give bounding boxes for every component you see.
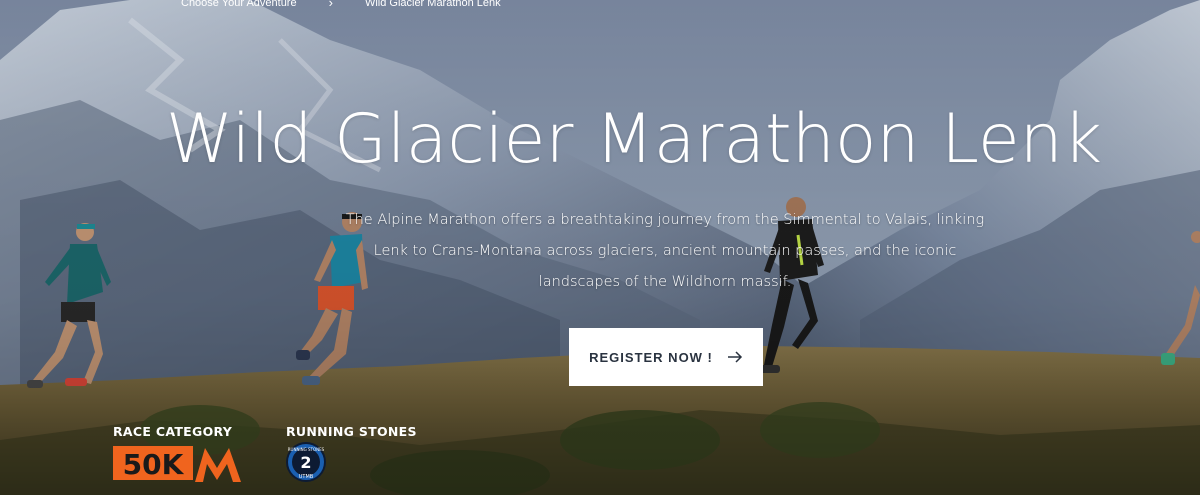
register-now-label: REGISTER NOW ! — [589, 349, 713, 365]
running-stones-logo: 2 RUNNING STONES UTMB — [286, 442, 326, 482]
running-stones-label: RUNNING STONES — [286, 424, 417, 439]
hero-description: The Alpine Marathon offers a breathtakin… — [340, 205, 990, 298]
race-category-label: RACE CATEGORY — [113, 424, 233, 439]
breadcrumb: Choose Your Adventure › Wild Glacier Mar… — [181, 0, 501, 10]
running-stones-utmb-text: UTMB — [299, 474, 314, 480]
m-logo-icon — [195, 448, 241, 482]
running-stones-ring-text: RUNNING STONES — [288, 447, 325, 452]
hero-description-line-3: landscapes of the Wildhorn massif. — [538, 274, 792, 290]
breadcrumb-separator-icon: › — [328, 0, 333, 10]
running-stones-value: 2 — [300, 453, 311, 472]
race-category-50k-logo: 50K — [113, 446, 241, 482]
hero-description-line-1: The Alpine Marathon offers a breathtakin… — [345, 212, 985, 228]
breadcrumb-current: Wild Glacier Marathon Lenk — [364, 0, 501, 9]
hero-section: Choose Your Adventure › Wild Glacier Mar… — [0, 0, 1200, 495]
hero-description-line-2: Lenk to Crans-Montana across glaciers, a… — [373, 243, 957, 259]
register-now-button[interactable]: REGISTER NOW ! — [569, 328, 763, 386]
race-category-value: 50K — [123, 448, 185, 481]
breadcrumb-link-choose-adventure[interactable]: Choose Your Adventure — [181, 0, 297, 9]
page-title: Wild Glacier Marathon Lenk — [165, 100, 1103, 179]
arrow-right-icon — [727, 351, 742, 363]
